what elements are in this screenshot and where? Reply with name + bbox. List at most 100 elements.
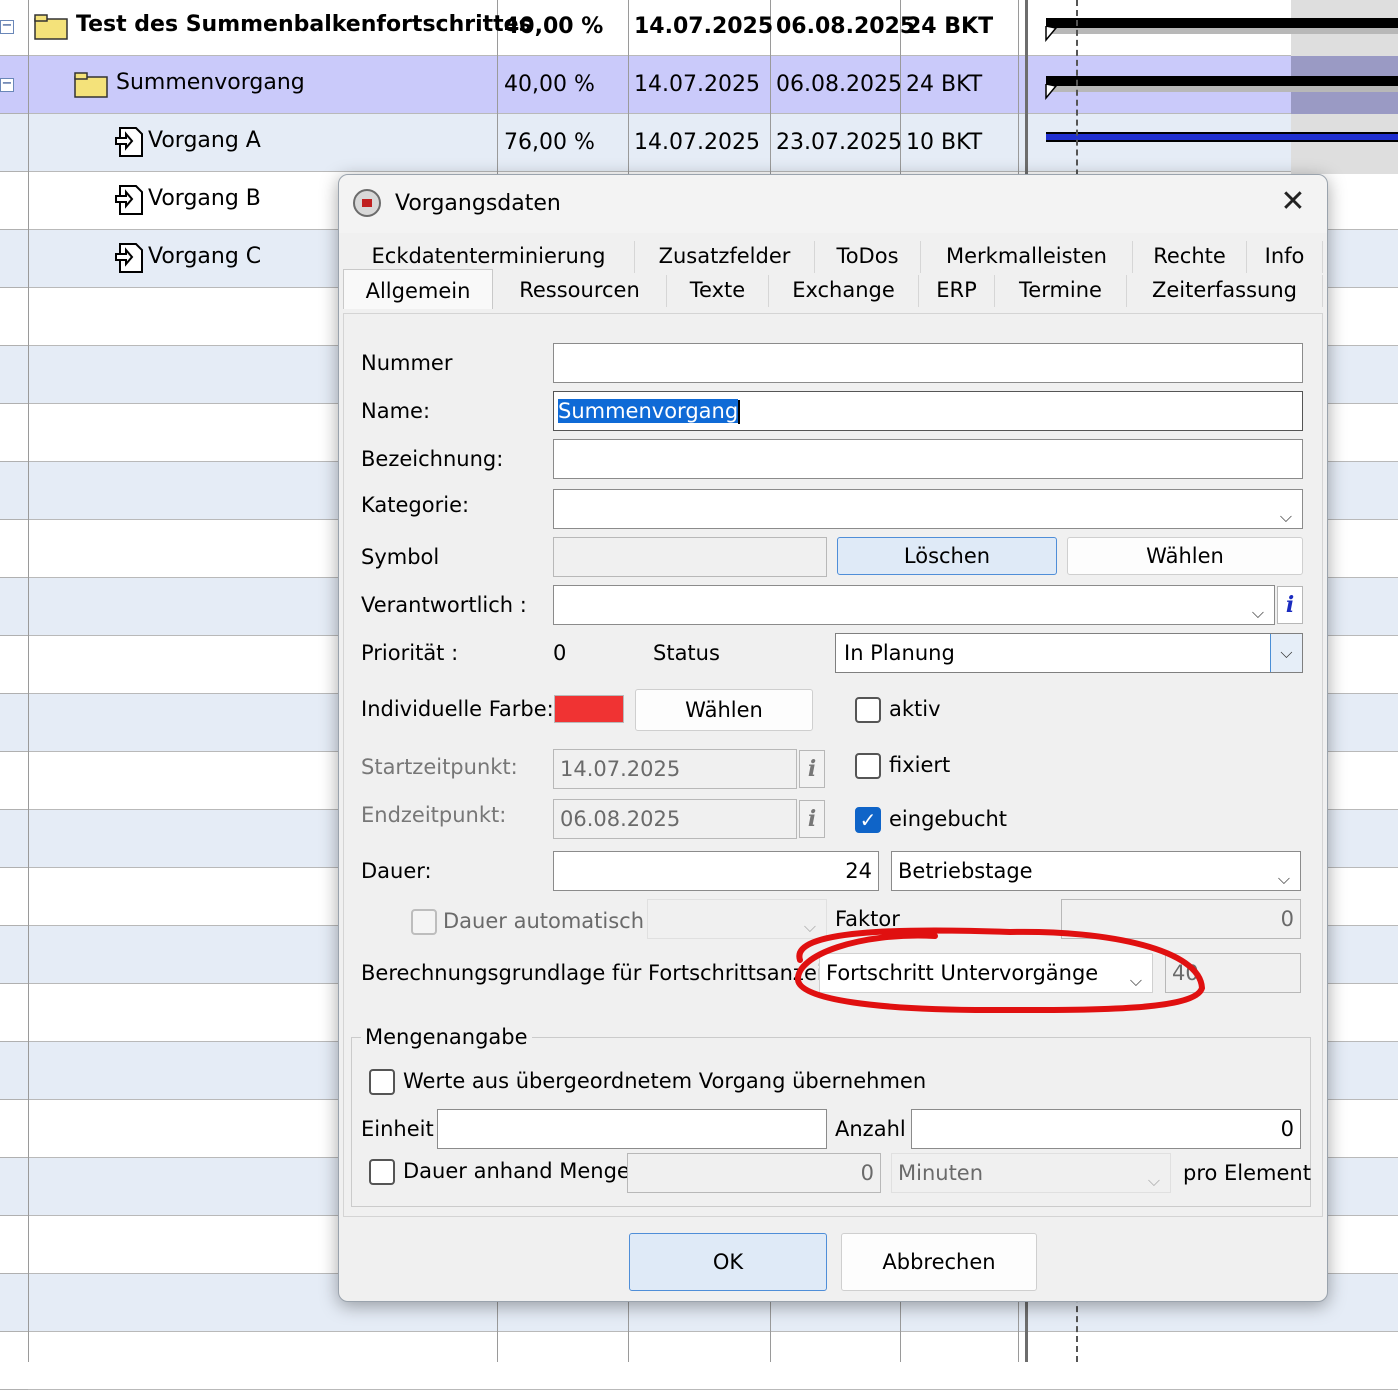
- symbol-preview: [553, 537, 827, 577]
- berechnung-dropdown[interactable]: Fortschritt Untervorgänge ⌵: [819, 953, 1153, 993]
- farbe-waehlen-button[interactable]: Wählen: [635, 689, 813, 731]
- dauer-automatisch-label: Dauer automatisch: [443, 909, 645, 933]
- task-icon: [115, 127, 143, 157]
- anzahl-input[interactable]: 0: [911, 1109, 1301, 1149]
- farbe-label: Individuelle Farbe:: [361, 697, 554, 721]
- task-data-dialog: Vorgangsdaten ✕ Eckdatenterminierung Zus…: [338, 174, 1328, 1302]
- dauer-menge-checkbox[interactable]: [369, 1159, 395, 1185]
- chevron-down-icon: ⌵: [1129, 971, 1142, 990]
- abbrechen-button[interactable]: Abbrechen: [841, 1233, 1037, 1291]
- close-icon[interactable]: ✕: [1273, 185, 1313, 221]
- nummer-label: Nummer: [361, 351, 453, 375]
- task-icon: [115, 243, 143, 273]
- dauer-menge-label: Dauer anhand Menge: [403, 1159, 630, 1183]
- loeschen-button[interactable]: Löschen: [837, 537, 1057, 575]
- tab-info[interactable]: Info: [1247, 241, 1323, 273]
- status-label: Status: [653, 641, 720, 665]
- tab-termine[interactable]: Termine: [995, 275, 1127, 307]
- task-progress: 40,00 %: [504, 14, 604, 39]
- collapse-toggle[interactable]: −: [0, 77, 14, 92]
- collapse-toggle[interactable]: −: [0, 19, 14, 34]
- faktor-label: Faktor: [835, 907, 900, 931]
- task-name[interactable]: Vorgang C: [148, 244, 261, 269]
- eingebucht-checkbox[interactable]: ✓: [855, 807, 881, 833]
- task-duration: 10 BKT: [906, 130, 983, 155]
- dialog-titlebar[interactable]: Vorgangsdaten ✕: [339, 175, 1327, 233]
- endzeitpunkt-input: 06.08.2025: [553, 799, 797, 839]
- nummer-input[interactable]: [553, 343, 1303, 383]
- task-duration: 24 BKT: [906, 14, 994, 39]
- prioritaet-value: 0: [553, 641, 567, 665]
- einheit-input[interactable]: [437, 1109, 827, 1149]
- startzeitpunkt-input: 14.07.2025: [553, 749, 797, 789]
- chevron-down-icon[interactable]: ⌵: [1270, 634, 1302, 672]
- symbol-waehlen-button[interactable]: Wählen: [1067, 537, 1303, 575]
- anzahl-label: Anzahl: [835, 1117, 906, 1141]
- tab-allgemein[interactable]: Allgemein: [343, 269, 493, 309]
- menge-einheit-value: Minuten: [898, 1161, 984, 1185]
- task-bar[interactable]: [1046, 132, 1398, 142]
- verantwortlich-label: Verantwortlich :: [361, 593, 527, 617]
- bezeichnung-input[interactable]: [553, 439, 1303, 479]
- eingebucht-label: eingebucht: [889, 807, 1008, 831]
- dauer-einheit-dropdown[interactable]: Betriebstage ⌵: [891, 851, 1301, 891]
- task-end: 23.07.2025: [776, 130, 902, 155]
- tab-row-2: Allgemein Ressourcen Texte Exchange ERP …: [343, 269, 1323, 309]
- tab-rechte[interactable]: Rechte: [1133, 241, 1247, 273]
- werte-uebernehmen-label: Werte aus übergeordnetem Vorgang überneh…: [403, 1069, 927, 1093]
- folder-icon: [74, 72, 108, 98]
- dauer-einheit-value: Betriebstage: [898, 859, 1033, 883]
- status-dropdown[interactable]: In Planung ⌵: [835, 633, 1303, 673]
- folder-icon: [34, 14, 68, 40]
- task-name[interactable]: Vorgang B: [148, 186, 261, 211]
- name-label: Name:: [361, 399, 431, 423]
- summary-bar[interactable]: [1046, 18, 1398, 28]
- tab-zusatzfelder[interactable]: Zusatzfelder: [635, 241, 815, 273]
- text-caret: [738, 400, 741, 424]
- menge-einheit-dropdown: Minuten ⌵: [891, 1153, 1171, 1193]
- chevron-down-icon: ⌵: [1279, 507, 1292, 526]
- task-name[interactable]: Test des Summenbalkenfortschrittes: [76, 12, 532, 37]
- tab-ressourcen[interactable]: Ressourcen: [493, 275, 667, 307]
- aktiv-checkbox[interactable]: [855, 697, 881, 723]
- kategorie-dropdown[interactable]: ⌵: [553, 489, 1303, 529]
- tab-texte[interactable]: Texte: [667, 275, 769, 307]
- tab-todos[interactable]: ToDos: [815, 241, 921, 273]
- fixiert-checkbox[interactable]: [855, 753, 881, 779]
- summary-bar[interactable]: [1046, 76, 1398, 86]
- task-start: 14.07.2025: [634, 130, 760, 155]
- verantwortlich-dropdown[interactable]: ⌵: [553, 585, 1275, 625]
- mengenangabe-legend: Mengenangabe: [361, 1025, 532, 1049]
- menge-dauer-input: 0: [627, 1153, 881, 1193]
- name-input-selection: Summenvorgang: [558, 399, 739, 423]
- table-row[interactable]: [0, 1332, 1398, 1390]
- task-name[interactable]: Summenvorgang: [116, 70, 305, 95]
- name-input[interactable]: Summenvorgang: [553, 391, 1303, 431]
- dauer-input[interactable]: 24: [553, 851, 879, 891]
- tab-merkmalleisten[interactable]: Merkmalleisten: [921, 241, 1133, 273]
- info-icon: i: [799, 750, 825, 788]
- berechnung-value: Fortschritt Untervorgänge: [826, 961, 1099, 985]
- dauer-automatisch-dropdown: ⌵: [647, 899, 827, 939]
- info-icon: i: [799, 800, 825, 838]
- summary-bar-end-icon: [1045, 26, 1058, 42]
- task-name[interactable]: Vorgang A: [148, 128, 261, 153]
- ok-button[interactable]: OK: [629, 1233, 827, 1291]
- task-start: 14.07.2025: [634, 72, 760, 97]
- startzeitpunkt-label: Startzeitpunkt:: [361, 755, 518, 779]
- fixiert-label: fixiert: [889, 753, 951, 777]
- tab-exchange[interactable]: Exchange: [769, 275, 919, 307]
- tab-erp[interactable]: ERP: [919, 275, 995, 307]
- task-end: 06.08.2025: [776, 14, 916, 39]
- color-swatch: [554, 695, 624, 723]
- werte-uebernehmen-checkbox[interactable]: [369, 1069, 395, 1095]
- info-icon[interactable]: i: [1277, 586, 1303, 624]
- dialog-title: Vorgangsdaten: [395, 191, 561, 216]
- summary-bar-progress: [1046, 86, 1398, 92]
- tab-zeiterfassung[interactable]: Zeiterfassung: [1127, 275, 1323, 307]
- task-icon: [115, 185, 143, 215]
- berechnung-wert-input: 40: [1165, 953, 1301, 993]
- task-progress: 76,00 %: [504, 130, 595, 155]
- column-divider: [28, 0, 29, 1362]
- symbol-label: Symbol: [361, 545, 440, 569]
